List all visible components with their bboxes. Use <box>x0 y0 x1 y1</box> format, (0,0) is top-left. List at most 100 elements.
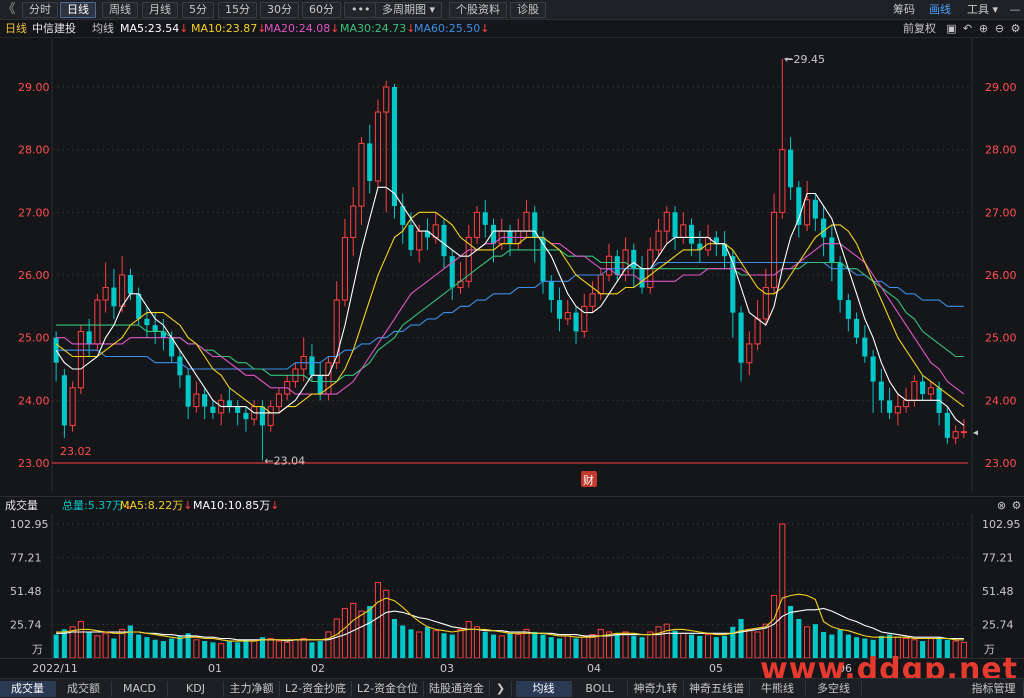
candle-body-down <box>887 400 893 413</box>
volume-bar-down <box>713 637 719 658</box>
close-panel-icon[interactable]: ⊗ <box>995 499 1008 513</box>
ma20-value: MA20:24.08↓ <box>264 22 340 35</box>
stock-profile-button[interactable]: 个股资料 <box>449 2 507 18</box>
price-tick-right: 26.00 <box>985 269 1017 282</box>
lock-icon[interactable]: ▣ <box>945 22 958 36</box>
tab-long-short[interactable]: 多空线 <box>806 681 862 697</box>
settings-icon[interactable]: ⚙ <box>1009 22 1022 36</box>
candle-body-up <box>911 381 918 401</box>
chips-button[interactable]: 筹码 <box>893 2 915 18</box>
candle-body-up <box>960 431 967 434</box>
multi-period-dropdown[interactable]: 多周期图 ▾ <box>375 2 443 18</box>
period-tab-30min[interactable]: 30分 <box>260 2 299 18</box>
panel-settings-icon[interactable]: ⚙ <box>1010 499 1023 513</box>
tab-volume[interactable]: 成交量 <box>0 681 56 697</box>
more-tabs-icon[interactable]: ❯ <box>490 681 512 697</box>
volume-bar-down <box>490 634 497 658</box>
candle-body-down <box>556 300 563 319</box>
tab-macd[interactable]: MACD <box>112 681 168 697</box>
candle-body-down <box>845 300 851 319</box>
volume-bar-up <box>102 632 109 658</box>
price-tick-left: 23.00 <box>18 457 50 470</box>
candle-body-up <box>655 230 662 251</box>
candle-body-down <box>672 212 678 238</box>
candle-body-up <box>350 205 357 238</box>
volume-chart[interactable]: 102.95 77.21 51.48 25.74 万 102.95 77.21 51.48 2… <box>0 514 1024 658</box>
candle-body-down <box>177 356 183 376</box>
candle-body-down <box>408 224 414 250</box>
minimize-icon[interactable]: — <box>1008 2 1022 18</box>
candle-body-up <box>663 211 670 232</box>
tab-northbound[interactable]: 陆股通资金 <box>424 681 490 697</box>
volume-bar-up <box>465 621 472 658</box>
period-tab-intraday[interactable]: 分时 <box>22 2 58 18</box>
volume-bar-up <box>663 623 670 658</box>
volume-bar-up <box>300 637 307 658</box>
candle-body-down <box>631 249 637 269</box>
volume-bar-down <box>169 638 175 658</box>
volume-bar-down <box>730 626 736 658</box>
price-tick-left: 28.00 <box>18 144 50 157</box>
candle-body-up <box>267 406 274 426</box>
tab-bull-bear[interactable]: 牛熊线 <box>750 681 806 697</box>
tab-boll[interactable]: BOLL <box>572 681 628 697</box>
volume-bar-down <box>556 638 563 658</box>
candle-body-up <box>333 299 340 364</box>
tab-ma[interactable]: 均线 <box>516 681 572 697</box>
volume-bar-up <box>77 621 84 658</box>
period-tab-5min[interactable]: 5分 <box>182 2 214 18</box>
tab-l2-bottom[interactable]: L2-资金抄底 <box>280 681 352 697</box>
price-tick-left: 25.00 <box>18 332 50 345</box>
candle-body-down <box>548 281 554 301</box>
x-label-03: 03 <box>440 662 454 675</box>
price-tick-right: 23.00 <box>985 457 1017 470</box>
ma-label[interactable]: 均线 <box>92 22 114 36</box>
period-toolbar: 《 分时 日线 周线 月线 5分 15分 30分 60分 ••• 多周期图 ▾ … <box>0 0 1024 20</box>
volume-bar-up <box>597 628 604 658</box>
price-tick-left: 29.00 <box>18 81 50 94</box>
collapse-sidebar-icon[interactable]: 《 <box>2 2 16 18</box>
candlestick-chart[interactable]: 29.00 28.00 27.00 26.00 25.00 24.00 23.00 29.0… <box>0 38 1024 492</box>
period-tab-60min[interactable]: 60分 <box>302 2 341 18</box>
volume-bar-down <box>160 641 166 658</box>
candle-body-down <box>309 356 315 376</box>
zoom-in-icon[interactable]: ⊕ <box>977 22 990 36</box>
volume-title[interactable]: 成交量 <box>5 499 38 513</box>
stock-name[interactable]: 中信建投 <box>32 22 76 36</box>
draw-line-button[interactable]: 画线 <box>929 2 951 18</box>
candle-body-up <box>416 230 423 251</box>
tools-dropdown[interactable]: 工具 ▾ <box>967 2 998 18</box>
volume-bar-up <box>622 631 629 658</box>
price-tick-left: 26.00 <box>18 269 50 282</box>
tab-kdj[interactable]: KDJ <box>168 681 224 697</box>
period-tab-monthly[interactable]: 月线 <box>142 2 178 18</box>
reference-line-label: 23.02 <box>60 445 92 458</box>
price-tick-right: 25.00 <box>985 332 1017 345</box>
period-tab-daily[interactable]: 日线 <box>60 2 96 18</box>
undo-icon[interactable]: ↶ <box>961 22 974 36</box>
period-tab-weekly[interactable]: 周线 <box>102 2 138 18</box>
ma10-value: MA10:23.87↓ <box>191 22 267 35</box>
period-tab-15min[interactable]: 15分 <box>218 2 257 18</box>
tab-l2-position[interactable]: L2-资金仓位 <box>352 681 424 697</box>
finance-event-icon[interactable]: 财 <box>581 471 597 487</box>
candle-body-down <box>144 318 150 326</box>
zoom-out-icon[interactable]: ⊖ <box>993 22 1006 36</box>
candle-body-down <box>210 406 216 413</box>
more-periods-button[interactable]: ••• <box>344 2 378 18</box>
volume-bar-down <box>441 633 447 658</box>
tab-magic-five[interactable]: 神奇五线谱 <box>684 681 750 697</box>
stock-diagnosis-button[interactable]: 诊股 <box>510 2 546 18</box>
indicator-manage-button[interactable]: 指标管理 <box>964 681 1024 697</box>
tab-main-net[interactable]: 主力净额 <box>224 681 280 697</box>
candle-body-down <box>837 262 843 301</box>
candle-body-down <box>920 381 926 395</box>
candle-body-down <box>738 312 744 363</box>
tab-turnover[interactable]: 成交额 <box>56 681 112 697</box>
volume-bar-down <box>243 639 249 658</box>
candle-body-down <box>944 412 950 438</box>
tab-magic-nine[interactable]: 神奇九转 <box>628 681 684 697</box>
candle-body-up <box>589 293 596 307</box>
volume-bar-up <box>473 626 481 658</box>
adjust-mode[interactable]: 前复权 <box>903 22 936 36</box>
